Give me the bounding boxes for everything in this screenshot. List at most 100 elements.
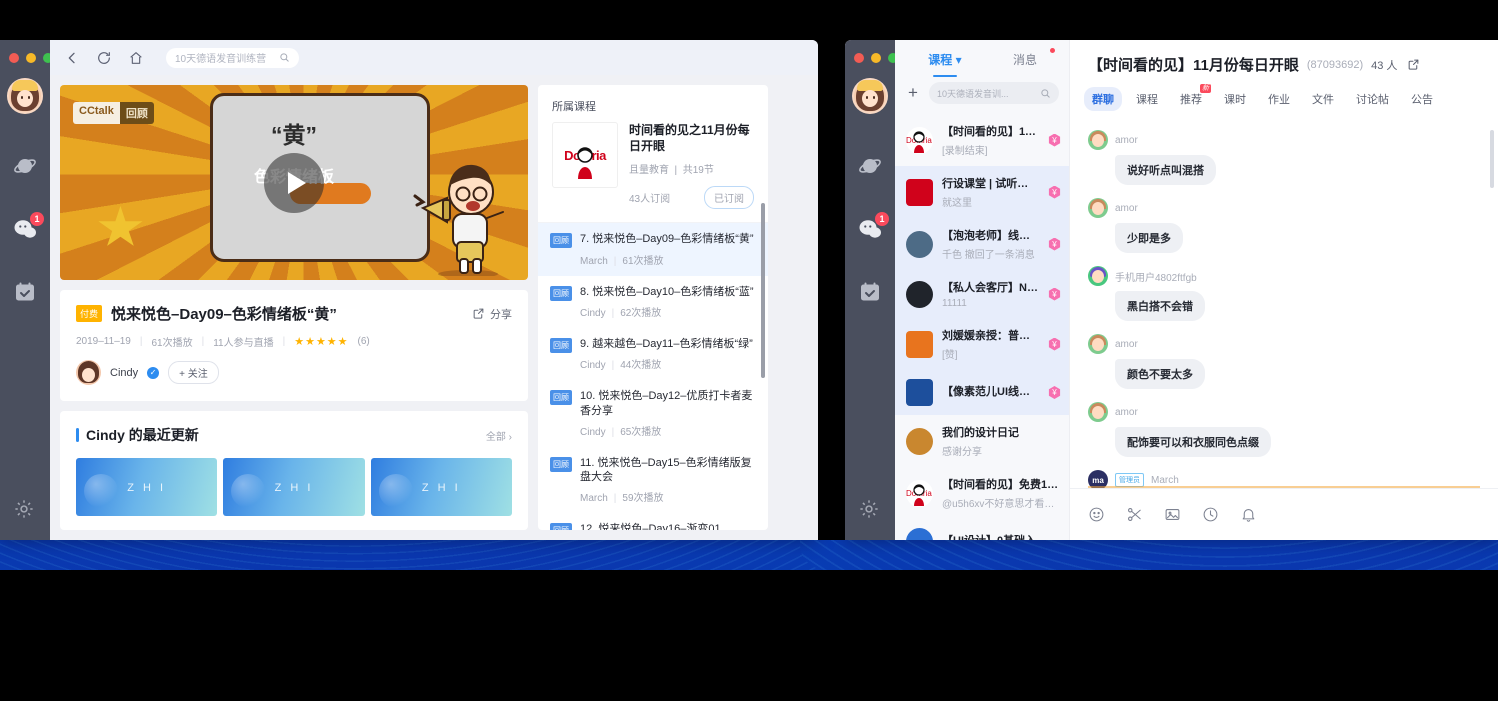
external-link-icon[interactable] bbox=[1407, 58, 1420, 71]
cctalk-chat-window: 1 课程 ▾ 消息 + 10天德语发音训... 【时间看的见】11... [录制… bbox=[845, 40, 1498, 540]
episode-item[interactable]: 回顾 8. 悦来悦色–Day10–色彩情绪板“蓝” Cindy | 62次播放 bbox=[538, 276, 768, 328]
message-avatar[interactable] bbox=[1088, 334, 1108, 354]
message-avatar[interactable] bbox=[1088, 266, 1108, 286]
close-button-right[interactable] bbox=[854, 53, 864, 63]
message-bubble: 黑白搭不会错 bbox=[1115, 291, 1205, 321]
plus-icon[interactable]: + bbox=[905, 83, 921, 102]
room-tab-推荐[interactable]: 推荐新 bbox=[1172, 84, 1211, 111]
chat-icon[interactable]: 1 bbox=[858, 212, 889, 241]
minimize-button-right[interactable] bbox=[871, 53, 881, 63]
episode-tag: 回顾 bbox=[550, 285, 572, 301]
conversation-item[interactable]: 【泡泡老师】线下... 千色 撤回了一条消息 ¥ bbox=[895, 218, 1069, 270]
conversation-snippet: @u5h6xv不好意思才看到... bbox=[942, 499, 1061, 510]
room-tab-群聊[interactable]: 群聊 bbox=[1084, 87, 1122, 111]
conversation-item[interactable]: 刘媛媛亲授：普通... [赞] ¥ bbox=[895, 318, 1069, 370]
minimize-button[interactable] bbox=[26, 53, 36, 63]
user-avatar-right[interactable] bbox=[852, 78, 888, 114]
author-avatar[interactable] bbox=[76, 360, 101, 385]
update-card[interactable] bbox=[76, 458, 218, 516]
share-button[interactable]: 分享 bbox=[472, 306, 512, 322]
external-link-icon bbox=[473, 308, 484, 319]
conversation-item[interactable]: Domria 【时间看的见】11... [录制结束] ¥ bbox=[895, 114, 1069, 166]
update-card[interactable] bbox=[370, 458, 512, 516]
conversation-avatar: Domria bbox=[906, 479, 933, 507]
conversation-item[interactable]: 【UI设计】0基础入... bbox=[895, 519, 1069, 540]
emoji-icon[interactable] bbox=[1088, 506, 1105, 523]
rail-nav: 1 bbox=[13, 154, 44, 304]
traffic-lights[interactable] bbox=[9, 40, 53, 63]
update-card[interactable] bbox=[223, 458, 365, 516]
episode-tag: 回顾 bbox=[550, 456, 572, 472]
refresh-icon[interactable] bbox=[96, 50, 112, 66]
traffic-lights-right[interactable] bbox=[854, 40, 898, 63]
planet-icon[interactable] bbox=[858, 154, 882, 178]
message-avatar[interactable] bbox=[1088, 198, 1108, 218]
course-summary[interactable]: Domria 时间看的见之11月份每日开眼 且量教育 | 共19节 bbox=[538, 122, 768, 222]
home-icon[interactable] bbox=[128, 50, 144, 66]
conversation-tabs: 课程 ▾ 消息 bbox=[895, 40, 1069, 80]
user-avatar[interactable] bbox=[7, 78, 43, 114]
message-avatar[interactable] bbox=[1088, 130, 1108, 150]
image-icon[interactable] bbox=[1164, 506, 1181, 523]
video-player[interactable]: “黄” 色彩情绪板 bbox=[60, 85, 528, 280]
message: amor 配饰要可以和衣服同色点缀 bbox=[1088, 402, 1480, 457]
episode-item[interactable]: 回顾 7. 悦来悦色–Day09–色彩情绪板“黄” March | 61次播放 bbox=[538, 223, 768, 276]
planet-icon[interactable] bbox=[13, 154, 37, 178]
glow-mask-bottom bbox=[0, 596, 1498, 701]
room-tab-讨论帖[interactable]: 讨论帖 bbox=[1348, 87, 1397, 111]
browser-toolbar: 10天德语发音训练营 bbox=[50, 40, 818, 75]
play-icon[interactable] bbox=[264, 152, 324, 213]
room-tab-作业[interactable]: 作业 bbox=[1260, 87, 1298, 111]
room-tab-课时[interactable]: 课时 bbox=[1216, 87, 1254, 111]
conversation-items[interactable]: Domria 【时间看的见】11... [录制结束] ¥ 行设课堂 | 试听课程就这里 ¥… bbox=[895, 114, 1069, 540]
room-tab-公告[interactable]: 公告 bbox=[1403, 87, 1441, 111]
episode-item[interactable]: 回顾12. 悦来悦色–Day16–渐变01March|63次播放 bbox=[538, 513, 768, 530]
close-button[interactable] bbox=[9, 53, 19, 63]
view-all-link[interactable]: 全部 › bbox=[486, 428, 512, 443]
video-live-joined: 11人参与直播 bbox=[213, 338, 274, 349]
back-icon[interactable] bbox=[64, 50, 80, 66]
tab-messages[interactable]: 消息 bbox=[985, 47, 1065, 70]
paid-badge: ¥ bbox=[1048, 386, 1061, 399]
chat-room-title-row: 【时间看的见】11月份每日开眼 (87093692) 43 人 bbox=[1088, 54, 1480, 75]
calendar-check-icon[interactable] bbox=[858, 280, 882, 304]
gear-icon[interactable] bbox=[13, 498, 37, 522]
scissors-icon[interactable] bbox=[1126, 506, 1143, 523]
chat-unread-badge-right: 1 bbox=[875, 212, 889, 226]
episode-item[interactable]: 回顾 10. 悦来悦色–Day12–优质打卡者麦香分享 Cindy | 65次播放 bbox=[538, 380, 768, 447]
calendar-check-icon[interactable] bbox=[13, 280, 37, 304]
conversation-snippet: 就这里 bbox=[942, 198, 972, 209]
conversation-search-input[interactable]: 10天德语发音训... bbox=[929, 82, 1059, 104]
video-meta-row: 2019–11–19 | 61次播放 | 11人参与直播 | ★★★★★ (6) bbox=[76, 334, 512, 349]
room-tab-文件[interactable]: 文件 bbox=[1304, 87, 1342, 111]
conversation-name: 【泡泡老师】线下... bbox=[942, 230, 1039, 242]
room-tab-课程[interactable]: 课程 bbox=[1128, 87, 1166, 111]
message-avatar[interactable] bbox=[1088, 402, 1108, 422]
conversation-name: 刘媛媛亲授：普通... bbox=[942, 330, 1039, 342]
conversation-item[interactable]: 【像素范儿UI线上... ¥ bbox=[895, 370, 1069, 415]
history-icon[interactable] bbox=[1202, 506, 1219, 523]
message-list[interactable]: amor 说好听点叫混搭 amor 少即是多 手机用户4802ftfgb 黑白搭不会错 am… bbox=[1070, 122, 1498, 488]
episode-list-scrollbar[interactable] bbox=[761, 203, 765, 378]
tab-courses[interactable]: 课程 ▾ bbox=[905, 51, 985, 70]
subscribe-button[interactable]: 已订阅 bbox=[704, 186, 754, 210]
course-sub-row: 43人订阅 已订阅 bbox=[629, 186, 754, 210]
bell-icon[interactable] bbox=[1240, 506, 1257, 523]
follow-button[interactable]: + 关注 bbox=[168, 361, 219, 384]
episode-item[interactable]: 回顾 9. 越来越色–Day11–色彩情绪板“绿” Cindy | 44次播放 bbox=[538, 328, 768, 380]
search-input[interactable]: 10天德语发音训练营 bbox=[166, 47, 299, 68]
conversation-item[interactable]: Domria 【时间看的见】免费10... @u5h6xv不好意思才看到... bbox=[895, 467, 1069, 519]
author-row: Cindy ✓ + 关注 bbox=[76, 360, 512, 385]
conversation-search-placeholder: 10天德语发音训... bbox=[937, 88, 1009, 99]
message-bubble: 颜色不要太多 bbox=[1115, 359, 1205, 389]
gear-icon[interactable] bbox=[858, 498, 882, 522]
chat-icon[interactable]: 1 bbox=[13, 212, 44, 241]
chat-room-tabs[interactable]: 群聊 课程 推荐新课时 作业 文件 讨论帖 公告 bbox=[1070, 84, 1498, 111]
conversation-item[interactable]: 我们的设计日记 感谢分享 bbox=[895, 415, 1069, 467]
conversation-item[interactable]: 行设课堂 | 试听课程 就这里 ¥ bbox=[895, 166, 1069, 218]
episode-title: 10. 悦来悦色–Day12–优质打卡者麦香分享 bbox=[580, 390, 753, 417]
episode-list[interactable]: 回顾 7. 悦来悦色–Day09–色彩情绪板“黄” March | 61次播放 回顾 8. … bbox=[538, 222, 768, 530]
message-list-scrollbar[interactable] bbox=[1490, 130, 1494, 188]
episode-item[interactable]: 回顾 11. 悦来悦色–Day15–色彩情绪版复盘大会 March | 59次播放 bbox=[538, 447, 768, 514]
conversation-item[interactable]: 【私人会客厅】No.... 11111 ¥ bbox=[895, 270, 1069, 318]
